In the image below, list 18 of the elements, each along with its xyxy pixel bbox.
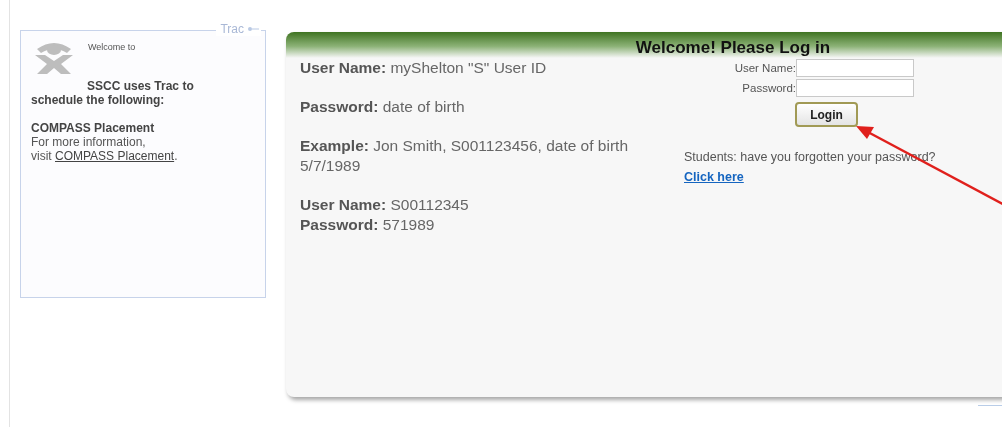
service-title: COMPASS Placement — [31, 121, 156, 135]
instruction-text: Password: date of birth — [300, 97, 466, 117]
field-label: User Name: — [734, 62, 796, 74]
input-field[interactable] — [796, 79, 914, 97]
info-text: For more information, visit COMPASS Placement. — [31, 135, 179, 163]
instruction-text: Password: 571989 — [300, 215, 436, 235]
instruction-text: User Name: myShelton "S" User ID — [300, 58, 548, 78]
field-label: Password: — [742, 82, 796, 94]
login-button[interactable]: Login — [795, 102, 858, 127]
click-here-link[interactable]: Click here — [684, 170, 744, 184]
sidebar-heading: SSCC uses Trac to schedule the following: — [31, 79, 195, 107]
panel-title: Welcome! Please Log in — [635, 38, 831, 58]
instruction-text: Example: Jon Smith, S001123456, date of birth 5/7/1989 — [300, 136, 629, 176]
instruction-text: User Name: S00112345 — [300, 195, 470, 215]
pin-icon — [247, 26, 259, 32]
input-field[interactable] — [796, 59, 914, 77]
sidebar-legend: Trac — [220, 22, 244, 36]
welcome-text: Welcome to — [88, 42, 136, 52]
